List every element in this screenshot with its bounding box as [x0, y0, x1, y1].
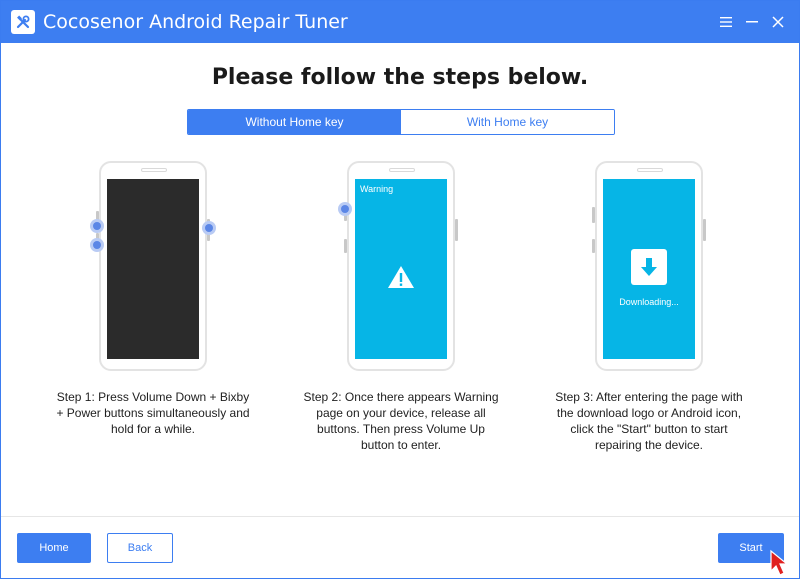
warning-icon — [388, 266, 414, 288]
volume-button — [592, 207, 595, 223]
step-2-instructions: Step 2: Once there appears Warning page … — [303, 390, 499, 452]
window-controls — [713, 9, 791, 35]
phone-step-1 — [96, 161, 210, 371]
cursor-arrow-icon — [770, 549, 789, 576]
power-highlight — [202, 221, 216, 235]
footer-divider — [1, 516, 799, 517]
menu-button[interactable] — [713, 9, 739, 35]
phone-speaker — [637, 168, 663, 172]
bixby-highlight — [90, 238, 104, 252]
phone-speaker — [141, 168, 167, 172]
app-window: Cocosenor Android Repair Tuner Please fo… — [0, 0, 800, 579]
key-type-tabs: Without Home key With Home key — [187, 109, 615, 135]
volume-up-highlight — [338, 202, 352, 216]
volume-down-highlight — [90, 219, 104, 233]
phone-screen-dark — [107, 179, 199, 359]
tab-with-home-key[interactable]: With Home key — [401, 110, 614, 134]
minimize-button[interactable] — [739, 9, 765, 35]
step-3-instructions: Step 3: After entering the page with the… — [555, 390, 743, 452]
close-icon — [772, 16, 784, 28]
bixby-button — [344, 239, 347, 253]
phone-step-3: Downloading... — [592, 161, 706, 371]
tab-without-home-key[interactable]: Without Home key — [188, 110, 401, 134]
minimize-icon — [746, 21, 758, 23]
phone-step-2: Warning — [344, 161, 458, 371]
bixby-button — [592, 239, 595, 253]
title-bar: Cocosenor Android Repair Tuner — [1, 1, 799, 43]
phone-screen-download: Downloading... — [603, 179, 695, 359]
download-icon — [631, 249, 667, 285]
step-1-instructions: Step 1: Press Volume Down + Bixby + Powe… — [56, 390, 250, 436]
phone-screen-warning: Warning — [355, 179, 447, 359]
warning-label: Warning — [360, 184, 394, 194]
home-button[interactable]: Home — [17, 533, 91, 563]
wrench-screwdriver-icon — [11, 10, 35, 34]
page-title: Please follow the steps below. — [211, 65, 589, 90]
close-button[interactable] — [765, 9, 791, 35]
downloading-label: Downloading... — [619, 297, 679, 307]
window-title: Cocosenor Android Repair Tuner — [43, 11, 348, 33]
menu-icon — [720, 17, 732, 27]
power-button — [703, 219, 706, 241]
back-button[interactable]: Back — [107, 533, 173, 563]
power-button — [455, 219, 458, 241]
phone-speaker — [389, 168, 415, 172]
